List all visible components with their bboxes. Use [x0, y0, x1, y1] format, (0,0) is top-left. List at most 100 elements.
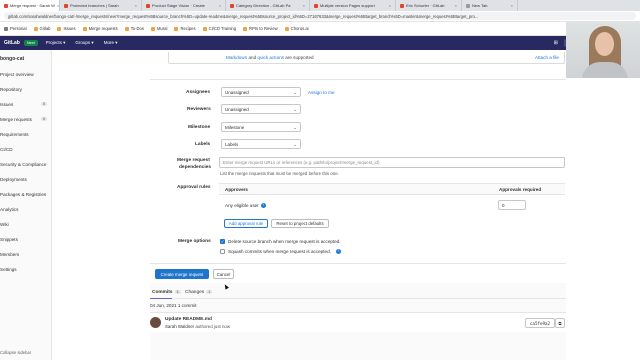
folder-icon: [33, 26, 38, 31]
add-approval-rule-button[interactable]: Add approval rule: [224, 219, 268, 228]
milestone-select[interactable]: Milestone ⌄: [221, 122, 301, 132]
nav-groups[interactable]: Groups ▾: [75, 40, 93, 46]
bookmark-item[interactable]: RPIs to Review: [243, 26, 278, 31]
browser-tab[interactable]: Merge request · Sarah W ×: [0, 0, 60, 11]
labels-select[interactable]: Labels ⌄: [221, 139, 301, 149]
sidebar-item-packages[interactable]: Packages & Registries: [0, 192, 46, 197]
sidebar-item-members[interactable]: Members: [0, 252, 19, 257]
sidebar-item-wiki[interactable]: Wiki: [0, 222, 9, 227]
dependencies-input[interactable]: Enter merge request URLs or references (…: [219, 157, 565, 168]
gitlab-favicon-icon: [314, 3, 318, 8]
approvals-required-input[interactable]: 0: [498, 200, 526, 210]
commits-count-badge: 1: [174, 290, 181, 294]
folder-icon: [202, 26, 207, 31]
checkbox-checked[interactable]: ✓: [220, 239, 225, 244]
webcam-person-face: [595, 32, 614, 56]
sidebar-item-security[interactable]: Security & Compliance: [0, 162, 46, 167]
squash-commits-option[interactable]: Squash commits when merge request is acc…: [220, 249, 341, 254]
sidebar-item-repository[interactable]: Repository: [0, 87, 22, 92]
gitlab-logo[interactable]: GitLab: [0, 40, 24, 46]
checkbox[interactable]: [220, 249, 225, 254]
commit-title[interactable]: Update README.md: [165, 317, 212, 322]
approval-table-header: Approvers Approvals required: [219, 184, 565, 195]
commit-sha-button[interactable]: ca5fe9a2: [525, 318, 555, 328]
close-tab-icon[interactable]: ×: [389, 3, 391, 8]
sidebar-item-snippets[interactable]: Snippets: [0, 237, 18, 242]
avatar[interactable]: [150, 317, 161, 328]
sidebar-item-requirements[interactable]: Requirements: [0, 132, 29, 137]
nav-more[interactable]: More ▾: [104, 40, 118, 46]
assignees-select[interactable]: Unassigned ⌄: [221, 87, 301, 97]
approvers-column: Approvers: [225, 187, 248, 192]
webcam-person-body: [582, 62, 628, 78]
commit-meta: Sarah Waldner authored just now: [165, 324, 231, 329]
sidebar-item-merge-requests[interactable]: Merge requests: [0, 117, 32, 122]
bookmark-item[interactable]: Chorus.ai: [284, 26, 309, 31]
bookmark-item[interactable]: Issues: [57, 26, 76, 31]
bookmark-item[interactable]: To-Dos: [124, 26, 144, 31]
gitlab-favicon-icon: [4, 3, 8, 8]
help-icon[interactable]: ?: [260, 203, 266, 209]
reviewers-select[interactable]: Unassigned ⌄: [221, 104, 301, 114]
bookmark-item[interactable]: Merge requests: [82, 26, 118, 31]
bookmark-item[interactable]: Mural: [150, 26, 167, 31]
next-badge[interactable]: Next: [23, 40, 38, 46]
bookmark-item[interactable]: Personal: [4, 26, 27, 31]
person-icon: [4, 26, 8, 31]
close-tab-icon[interactable]: ×: [455, 3, 457, 8]
close-tab-icon[interactable]: ×: [219, 3, 221, 8]
changes-count-badge: 1: [206, 290, 213, 294]
browser-tab[interactable]: Protected branches | Sarah ×: [60, 0, 142, 11]
close-tab-icon[interactable]: ×: [57, 3, 59, 8]
sidebar-item-deployments[interactable]: Deployments: [0, 177, 27, 182]
chevron-down-icon: ⌄: [293, 142, 297, 147]
approvals-required-column: Approvals required: [499, 187, 542, 192]
close-tab-icon[interactable]: ×: [135, 3, 137, 8]
dependencies-help: List the merge requests that must be mer…: [220, 171, 339, 176]
assignees-label: Assignees: [186, 90, 210, 95]
folder-icon: [82, 26, 87, 31]
plus-icon[interactable]: ⊞: [554, 40, 558, 46]
browser-tab[interactable]: Product Stage Vision · Create ×: [142, 0, 226, 11]
reset-to-defaults-button[interactable]: Reset to project defaults: [271, 219, 329, 228]
nav-projects[interactable]: Projects ▾: [46, 40, 66, 46]
browser-tab[interactable]: Multiple version Pages support ×: [310, 0, 396, 11]
close-tab-icon[interactable]: ×: [511, 3, 513, 8]
project-name[interactable]: bongo-cat: [0, 56, 24, 62]
browser-tab[interactable]: Eric Schurter · GitLab ×: [396, 0, 462, 11]
create-merge-request-button[interactable]: Create merge request: [155, 269, 209, 279]
folder-icon: [284, 26, 289, 31]
collapse-sidebar[interactable]: Collapse sidebar: [0, 350, 31, 355]
bookmark-item[interactable]: Gitlab: [33, 26, 50, 31]
cancel-button[interactable]: Cancel: [213, 269, 234, 279]
delete-branch-option[interactable]: ✓ Delete source branch when merge request…: [220, 239, 341, 244]
url-field[interactable]: gitlab.com/sarahwaldner/bongo-cat/-/merg…: [4, 12, 636, 20]
folder-icon: [243, 26, 248, 31]
assign-to-me-link[interactable]: Assign to me: [308, 90, 335, 95]
sidebar-item-issues[interactable]: Issues: [0, 102, 13, 107]
commit-date-header: 04 Jun, 2021 1 commit: [150, 303, 197, 308]
gitlab-favicon-icon: [230, 3, 234, 8]
folder-icon: [150, 26, 155, 31]
chevron-down-icon: ⌄: [293, 90, 297, 95]
browser-tab[interactable]: Category Direction - GitLab Pa ×: [226, 0, 310, 11]
sidebar-item-settings[interactable]: Settings: [0, 267, 17, 272]
copy-icon[interactable]: ⧉: [555, 318, 565, 328]
new-tab-favicon-icon: [466, 3, 470, 8]
approval-rules-table: Approvers Approvals required Any eligibl…: [219, 183, 565, 230]
help-icon[interactable]: ?: [335, 249, 341, 254]
bookmark-item[interactable]: CI/CD Training: [202, 26, 236, 31]
bookmark-item[interactable]: Recipes: [174, 26, 196, 31]
attach-file-link[interactable]: Attach a file: [535, 55, 559, 60]
approval-rules-label: Approval rules: [177, 185, 211, 190]
tab-changes[interactable]: Changes 1: [185, 290, 213, 295]
close-tab-icon[interactable]: ×: [303, 3, 305, 8]
browser-tab[interactable]: New Tab ×: [462, 0, 518, 11]
sidebar-item-analytics[interactable]: Analytics: [0, 207, 18, 212]
right-blank-area: [566, 78, 640, 360]
browser-tab-bar: Merge request · Sarah W × Protected branc…: [0, 0, 640, 11]
sidebar-item-overview[interactable]: Project overview: [0, 72, 34, 77]
divider: [150, 79, 566, 80]
tab-commits[interactable]: Commits 1: [152, 290, 181, 295]
sidebar-item-cicd[interactable]: CI/CD: [0, 147, 13, 152]
